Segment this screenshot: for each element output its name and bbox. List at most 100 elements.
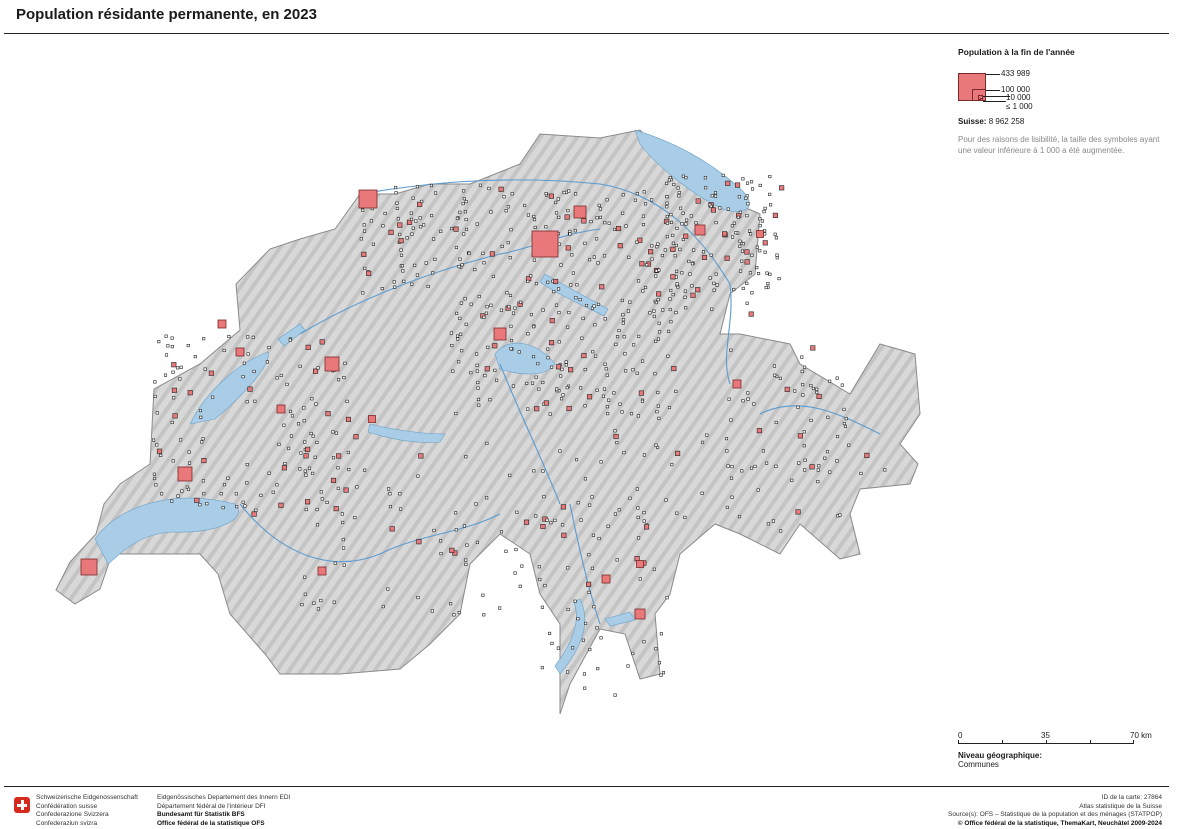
- commune-symbol: [534, 282, 538, 286]
- commune-symbol: [552, 290, 556, 294]
- commune-symbol: [714, 194, 718, 198]
- commune-symbol: [227, 334, 231, 339]
- commune-symbol: [493, 368, 497, 372]
- commune-symbol: [842, 407, 846, 411]
- commune-symbol: [222, 348, 226, 353]
- commune-symbol: [567, 367, 574, 373]
- commune-symbol: [399, 253, 404, 257]
- commune-symbol: [456, 337, 460, 341]
- commune-symbol: [325, 411, 331, 417]
- commune-symbol: [333, 506, 339, 512]
- commune-symbol: [801, 383, 805, 387]
- commune-symbol: [638, 577, 642, 581]
- commune-symbol: [729, 348, 733, 352]
- commune-symbol: [511, 384, 515, 388]
- commune-symbol: [454, 411, 458, 416]
- commune-symbol: [607, 398, 611, 402]
- commune-symbol: [557, 311, 561, 315]
- commune-symbol: [642, 453, 646, 457]
- commune-symbol: [481, 593, 485, 597]
- commune-symbol: [747, 229, 752, 233]
- commune-symbol: [695, 198, 701, 204]
- legend-leader-4: [983, 101, 1006, 102]
- commune-symbol: [589, 220, 593, 224]
- commune-symbol: [489, 251, 495, 257]
- commune-symbol: [388, 229, 394, 235]
- commune-symbol: [451, 369, 455, 373]
- commune-symbol: [555, 364, 562, 370]
- commune-symbol: [569, 283, 573, 287]
- commune-symbol: [202, 337, 206, 341]
- commune-symbol: [343, 361, 347, 365]
- commune-symbol: [661, 308, 665, 312]
- commune-symbol: [741, 242, 745, 246]
- commune-symbol: [554, 200, 558, 205]
- commune-symbol: [644, 202, 648, 206]
- commune-symbol: [582, 672, 586, 676]
- commune-symbol: [631, 651, 635, 656]
- commune-symbol: [467, 251, 471, 255]
- commune-symbol: [556, 197, 560, 201]
- commune-symbol: [765, 271, 769, 275]
- commune-symbol: [636, 515, 640, 519]
- commune-symbol: [583, 686, 587, 690]
- commune-symbol: [433, 191, 438, 195]
- commune-symbol: [397, 222, 403, 228]
- commune-symbol: [632, 343, 636, 347]
- commune-symbol: [664, 498, 668, 502]
- commune-symbol: [660, 254, 664, 258]
- commune-symbol: [576, 617, 580, 621]
- commune-symbol: [155, 443, 159, 447]
- commune-symbol: [738, 244, 742, 248]
- commune-symbol: [815, 390, 819, 394]
- commune-symbol: [484, 366, 490, 372]
- commune-symbol: [285, 382, 289, 386]
- commune-symbol: [400, 264, 404, 268]
- commune-symbol: [311, 471, 315, 475]
- legend-leader-2: [986, 90, 1000, 91]
- commune-symbol: [680, 222, 684, 226]
- commune-symbol: [179, 438, 183, 442]
- commune-symbol: [595, 626, 599, 630]
- conf-de: Schweizerische Eidgenossenschaft: [36, 794, 138, 801]
- commune-symbol: [835, 376, 839, 380]
- commune-symbol: [683, 289, 687, 293]
- commune-symbol: [271, 490, 275, 494]
- commune-symbol: [562, 191, 566, 195]
- commune-symbol: [457, 611, 461, 615]
- commune-symbol: [749, 232, 753, 236]
- commune-symbol: [532, 325, 536, 329]
- commune-symbol: [160, 492, 164, 496]
- commune-symbol: [310, 397, 314, 401]
- commune-symbol: [530, 381, 535, 385]
- commune-symbol: [187, 487, 191, 491]
- commune-symbol: [713, 191, 718, 195]
- commune-symbol: [288, 409, 293, 413]
- commune-symbol: [201, 479, 206, 483]
- legend-class-1: 433 989: [1001, 69, 1030, 78]
- commune-symbol: [194, 497, 200, 503]
- commune-symbol: [504, 549, 508, 553]
- commune-symbol: [705, 433, 709, 437]
- commune-symbol: [549, 521, 553, 525]
- commune-symbol: [532, 218, 537, 222]
- commune-symbol: [635, 487, 639, 491]
- commune-symbol: [198, 503, 202, 507]
- commune-symbol: [571, 646, 575, 650]
- commune-symbol: [748, 271, 752, 275]
- commune-symbol: [801, 393, 805, 397]
- city-symbol: [493, 327, 507, 341]
- commune-symbol: [654, 274, 658, 278]
- map-id: ID de la carte: 27864: [1101, 794, 1162, 801]
- commune-symbol: [575, 283, 579, 287]
- commune-symbol: [844, 417, 848, 421]
- commune-symbol: [556, 646, 560, 650]
- commune-symbol: [823, 456, 827, 460]
- commune-symbol: [203, 367, 207, 371]
- commune-symbol: [523, 519, 530, 525]
- commune-symbol: [564, 214, 570, 220]
- commune-symbol: [449, 331, 453, 335]
- commune-symbol: [287, 446, 291, 450]
- commune-symbol: [473, 268, 477, 272]
- commune-symbol: [460, 263, 464, 267]
